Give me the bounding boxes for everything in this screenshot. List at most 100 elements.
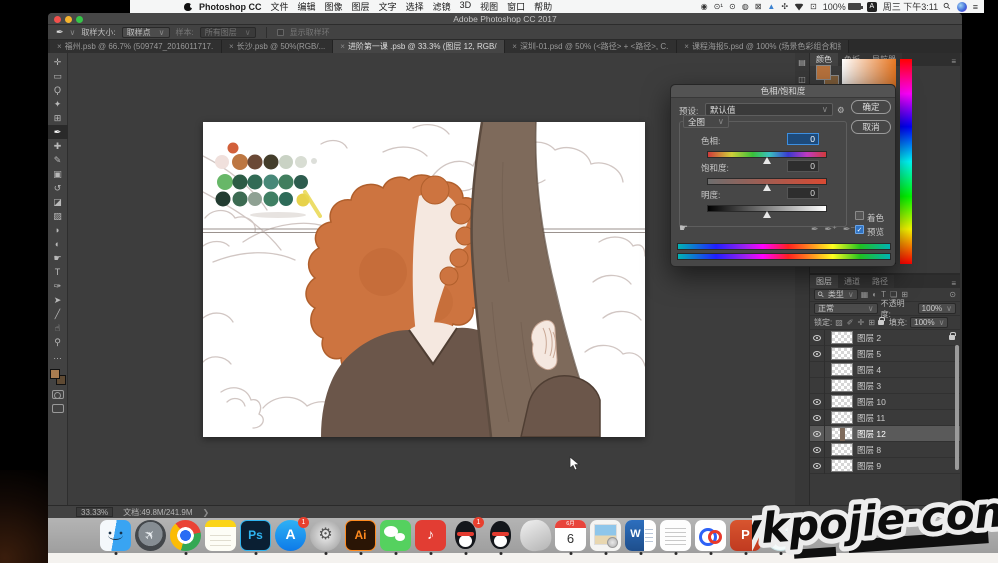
dock-wechat[interactable] (380, 519, 411, 555)
hue-slider[interactable] (707, 151, 827, 158)
display-icon[interactable]: ⊡ (810, 0, 817, 13)
menu-图像[interactable]: 图像 (325, 0, 343, 13)
tab-close-icon[interactable]: × (684, 42, 689, 51)
sample-size-dropdown[interactable]: 取样点 ∨ (122, 27, 170, 38)
menu-滤镜[interactable]: 滤镜 (433, 0, 451, 13)
tab-channels[interactable]: 通道 (838, 275, 866, 288)
layer-thumbnail[interactable] (831, 395, 853, 408)
visibility-toggle[interactable] (810, 458, 825, 474)
input-method-icon[interactable]: A (867, 2, 877, 12)
layer-thumbnail[interactable] (831, 411, 853, 424)
saturation-slider-thumb[interactable] (763, 184, 771, 191)
menu-帮助[interactable]: 帮助 (534, 0, 552, 13)
clone-stamp-tool-icon[interactable]: ▣ (48, 167, 68, 181)
document-tab-1[interactable]: ×福州.psb @ 66.7% (509747_2016011717... (50, 40, 222, 53)
layer-thumbnail[interactable] (831, 347, 853, 360)
menu-视图[interactable]: 视图 (480, 0, 498, 13)
lock-transparency-icon[interactable]: ▨ (835, 318, 843, 327)
options-caret-icon[interactable]: ∨ (70, 28, 76, 37)
styles-panel-icon[interactable]: ◫ (798, 75, 806, 84)
layer-thumbnail[interactable] (831, 379, 853, 392)
filter-pixel-icon[interactable]: ▦ (861, 290, 869, 299)
screen-record-icon[interactable]: ◉ (701, 0, 708, 13)
tab-close-icon[interactable]: × (512, 42, 517, 51)
preset-options-gear-icon[interactable]: ⚙ (837, 105, 845, 116)
dock-netdisk[interactable] (695, 519, 726, 555)
shape-tool-icon[interactable]: ╱ (48, 307, 68, 321)
hue-value-field[interactable]: 0 (787, 133, 819, 145)
blur-tool-icon[interactable]: ◗ (48, 223, 68, 237)
visibility-toggle[interactable] (810, 378, 825, 394)
opacity-dropdown[interactable]: 100% ∨ (918, 303, 956, 314)
tab-close-icon[interactable]: × (340, 42, 345, 51)
document-tab-4[interactable]: ×深圳-01.psd @ 50% (<路径> + <路径>, C... (505, 40, 677, 53)
brush-tool-icon[interactable]: ✎ (48, 153, 68, 167)
layers-scrollbar[interactable] (955, 345, 959, 470)
filter-pin-icon[interactable]: ⊙ (949, 290, 956, 299)
visibility-toggle[interactable] (810, 394, 825, 410)
on-image-adjust-icon[interactable]: ☛ (679, 223, 688, 234)
menu-图层[interactable]: 图层 (352, 0, 370, 13)
visibility-toggle[interactable] (810, 410, 825, 426)
layer-row-图层 9[interactable]: 图层 9 (810, 458, 960, 474)
path-select-tool-icon[interactable]: ➤ (48, 293, 68, 307)
dock-netease[interactable]: ♪ (415, 519, 446, 555)
lock-pixels-icon[interactable]: ✐ (847, 318, 854, 327)
crop-tool-icon[interactable]: ⊞ (48, 111, 68, 125)
more-tool-icon[interactable]: … (48, 349, 68, 363)
foreground-color-swatch[interactable] (816, 65, 831, 80)
layer-row-图层 8[interactable]: 图层 8 (810, 442, 960, 458)
pen-tool-icon[interactable]: ✑ (48, 279, 68, 293)
subtract-sample-eyedropper-icon[interactable]: ✒⁻ (843, 224, 855, 235)
eyedropper-options-icon[interactable]: ✒ (56, 27, 64, 38)
apple-menu-icon[interactable] (184, 3, 192, 11)
document-tab-3[interactable]: ×进阶第一课 .psb @ 33.3% (图层 12, RGB/8) * (333, 40, 505, 53)
spotlight-search-icon[interactable]: ⚲ (941, 0, 953, 12)
blend-mode-dropdown[interactable]: 正常 ∨ (814, 303, 878, 314)
quick-mask-icon[interactable] (52, 390, 64, 399)
quick-select-tool-icon[interactable]: ✦ (48, 97, 68, 111)
document-tab-5[interactable]: ×课程海报5.psd @ 100% (场景色彩组合和搭... (677, 40, 849, 53)
add-sample-eyedropper-icon[interactable]: ✒⁺ (825, 224, 837, 235)
document-tab-2[interactable]: ×长沙.psb @ 50%(RGB/... (222, 40, 333, 53)
smudge-tool-icon[interactable]: ☛ (48, 251, 68, 265)
lightness-slider[interactable] (707, 205, 827, 212)
status-chevron-icon[interactable]: ❯ (203, 508, 210, 517)
visibility-toggle[interactable] (810, 330, 825, 346)
dodge-tool-icon[interactable]: ◐ (48, 237, 68, 251)
dock-photoshop[interactable]: Ps (240, 519, 271, 555)
artboard[interactable] (203, 122, 645, 437)
tab-paths[interactable]: 路径 (866, 275, 894, 288)
menu-选择[interactable]: 选择 (406, 0, 424, 13)
adjustments-panel-icon[interactable]: ▤ (798, 58, 806, 67)
lock-all-icon[interactable] (878, 320, 884, 325)
dock-eraser[interactable] (520, 519, 551, 555)
eraser-tool-icon[interactable]: ◪ (48, 195, 68, 209)
layer-row-图层 5[interactable]: 图层 5 (810, 346, 960, 362)
type-tool-icon[interactable]: T (48, 265, 68, 279)
eyedropper-tool-icon[interactable]: ✒ (48, 125, 68, 139)
fan-icon[interactable]: ✣ (781, 0, 788, 13)
lock-artboard-icon[interactable]: ⊞ (868, 318, 875, 327)
bell-icon[interactable]: ⊙ (729, 0, 736, 13)
toolbar-color-swatches[interactable] (50, 369, 66, 385)
layer-thumbnail[interactable] (831, 363, 853, 376)
dock-illustrator[interactable]: Ai (345, 519, 376, 555)
move-tool-icon[interactable]: ✛ (48, 55, 68, 69)
hue-strip[interactable] (900, 59, 912, 264)
cancel-button[interactable]: 取消 (851, 120, 891, 134)
bell-badge-icon[interactable]: ⊙¹ (714, 0, 723, 13)
visibility-toggle[interactable] (810, 362, 825, 378)
menu-文件[interactable]: 文件 (271, 0, 289, 13)
lasso-tool-icon[interactable]: Ϙ (48, 83, 68, 97)
spectrum-bar-bottom[interactable] (677, 253, 891, 260)
channel-dropdown[interactable]: 全图 ∨ (683, 115, 729, 128)
menubar-clock[interactable]: 周三 下午3:11 (883, 0, 938, 13)
layer-thumbnail[interactable] (831, 459, 853, 472)
tab-close-icon[interactable]: × (229, 42, 234, 51)
layer-thumbnail[interactable] (831, 331, 853, 344)
m-app-icon[interactable]: ▲ (767, 0, 775, 13)
dock-appstore[interactable]: A1 (275, 519, 306, 555)
menu-3D[interactable]: 3D (460, 0, 472, 13)
notification-center-icon[interactable]: ≡ (973, 2, 978, 12)
